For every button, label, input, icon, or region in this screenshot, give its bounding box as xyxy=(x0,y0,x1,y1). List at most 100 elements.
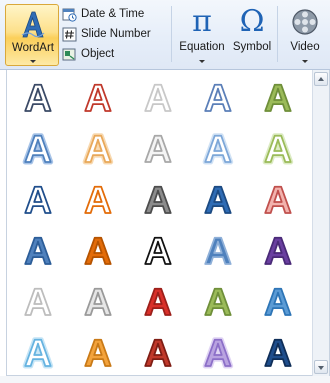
date-time-label: Date & Time xyxy=(81,8,145,20)
gallery-scrollbar[interactable] xyxy=(312,70,329,376)
wordart-style-glyph: A xyxy=(144,282,171,324)
wordart-style-option[interactable]: A xyxy=(255,176,301,222)
scroll-down-button[interactable] xyxy=(314,360,328,374)
wordart-style-glyph: A xyxy=(144,231,171,273)
wordart-style-glyph: A xyxy=(204,333,231,375)
wordart-style-option[interactable]: A xyxy=(75,176,121,222)
wordart-icon xyxy=(21,11,45,38)
chevron-up-icon xyxy=(318,77,324,81)
wordart-style-1-4-icon: A xyxy=(203,77,232,120)
wordart-style-6-1-icon: AA xyxy=(22,331,54,376)
wordart-style-glyph: A xyxy=(204,129,231,171)
object-label: Object xyxy=(81,48,115,60)
wordart-style-2-1-icon: AA xyxy=(22,127,54,172)
wordart-style-glyph: A xyxy=(204,231,231,273)
wordart-style-option[interactable]: A xyxy=(135,176,181,222)
chevron-down-icon xyxy=(199,60,205,63)
symbol-label: Symbol xyxy=(232,41,272,53)
wordart-style-3-3-icon: A xyxy=(143,179,172,222)
wordart-style-option[interactable]: A xyxy=(15,176,61,222)
wordart-style-5-3-icon: A xyxy=(143,281,172,324)
wordart-style-option[interactable]: A xyxy=(135,278,181,324)
wordart-style-option[interactable]: A xyxy=(75,227,121,273)
wordart-button[interactable]: WordArt xyxy=(5,4,59,66)
wordart-style-4-1-icon: A xyxy=(23,230,52,273)
calendar-clock-icon xyxy=(62,8,77,22)
wordart-style-option[interactable]: A xyxy=(195,278,241,324)
wordart-style-option[interactable]: A xyxy=(255,74,301,120)
wordart-style-5-1-icon: A xyxy=(23,281,52,324)
wordart-style-3-1-icon: A xyxy=(23,179,52,222)
wordart-style-glyph: A xyxy=(264,78,291,120)
ribbon-separator xyxy=(171,6,172,62)
wordart-style-option[interactable]: A xyxy=(135,125,181,171)
wordart-style-5-4-icon: A xyxy=(203,281,232,324)
wordart-style-option[interactable]: A xyxy=(255,329,301,375)
object-button[interactable]: Object xyxy=(62,44,170,64)
wordart-style-2-2-icon: AA xyxy=(82,127,114,172)
wordart-style-glyph: A xyxy=(84,78,111,120)
wordart-style-option[interactable]: AA xyxy=(15,125,61,172)
wordart-style-5-2-icon: A xyxy=(83,281,112,324)
wordart-style-3-5-icon: A xyxy=(263,179,292,222)
wordart-style-6-4-icon: AA xyxy=(202,331,234,376)
wordart-style-1-3-icon: A xyxy=(143,77,172,120)
wordart-style-option[interactable]: AA xyxy=(255,125,301,172)
wordart-style-glyph: A xyxy=(24,333,51,375)
wordart-style-1-1-icon: A xyxy=(23,77,52,120)
wordart-style-glyph: A xyxy=(204,180,231,222)
wordart-style-option[interactable]: A xyxy=(135,74,181,120)
wordart-style-4-3-icon: A xyxy=(143,230,172,273)
wordart-style-glyph: A xyxy=(24,129,51,171)
wordart-style-4-4-icon: A xyxy=(203,230,232,273)
wordart-style-glyph: A xyxy=(24,231,51,273)
wordart-style-option[interactable]: A xyxy=(255,227,301,273)
chevron-down-icon xyxy=(30,60,36,63)
gallery-footer xyxy=(0,376,330,383)
wordart-style-option[interactable]: A xyxy=(195,74,241,120)
wordart-style-6-5-icon: A xyxy=(263,332,292,375)
equation-label: Equation xyxy=(179,41,225,53)
pi-icon: π xyxy=(192,4,212,39)
wordart-style-option[interactable]: A xyxy=(75,329,121,375)
chevron-down-icon xyxy=(318,366,324,370)
slide-number-button[interactable]: Slide Number xyxy=(62,24,170,44)
wordart-style-2-3-icon: A xyxy=(143,128,172,171)
wordart-style-option[interactable]: A xyxy=(15,74,61,120)
wordart-style-option[interactable]: AA xyxy=(75,125,121,172)
slide-number-label: Slide Number xyxy=(81,28,151,40)
wordart-style-3-4-icon: A xyxy=(203,179,232,222)
wordart-style-glyph: A xyxy=(24,78,51,120)
wordart-style-option[interactable]: A xyxy=(195,176,241,222)
ribbon-separator xyxy=(277,6,278,62)
chevron-down-icon xyxy=(302,60,308,63)
wordart-style-3-2-icon: A xyxy=(83,179,112,222)
wordart-style-option[interactable]: AA xyxy=(15,329,61,376)
wordart-style-option[interactable]: A xyxy=(75,278,121,324)
date-time-button[interactable]: Date & Time xyxy=(62,4,170,24)
wordart-style-glyph: A xyxy=(264,129,291,171)
wordart-style-glyph: A xyxy=(84,129,111,171)
omega-icon: Ω xyxy=(239,4,265,39)
wordart-style-glyph: A xyxy=(264,282,291,324)
wordart-style-option[interactable]: A xyxy=(195,227,241,273)
wordart-style-option[interactable]: AA xyxy=(195,125,241,172)
wordart-style-option[interactable]: A xyxy=(135,227,181,273)
video-button[interactable]: Video xyxy=(282,4,328,66)
wordart-style-glyph: A xyxy=(264,333,291,375)
scroll-up-button[interactable] xyxy=(314,72,328,86)
wordart-style-glyph: A xyxy=(84,333,111,375)
wordart-style-option[interactable]: AA xyxy=(195,329,241,376)
wordart-style-glyph: A xyxy=(24,282,51,324)
wordart-style-option[interactable]: A xyxy=(75,74,121,120)
wordart-style-glyph: A xyxy=(204,282,231,324)
symbol-button[interactable]: Ω Symbol xyxy=(230,4,274,66)
wordart-style-option[interactable]: A xyxy=(15,278,61,324)
wordart-style-glyph: A xyxy=(144,129,171,171)
wordart-style-option[interactable]: A xyxy=(255,278,301,324)
wordart-style-option[interactable]: A xyxy=(135,329,181,375)
wordart-style-1-2-icon: A xyxy=(83,77,112,120)
wordart-style-option[interactable]: A xyxy=(15,227,61,273)
equation-button[interactable]: π Equation xyxy=(176,4,228,66)
embedded-object-icon xyxy=(62,48,76,60)
